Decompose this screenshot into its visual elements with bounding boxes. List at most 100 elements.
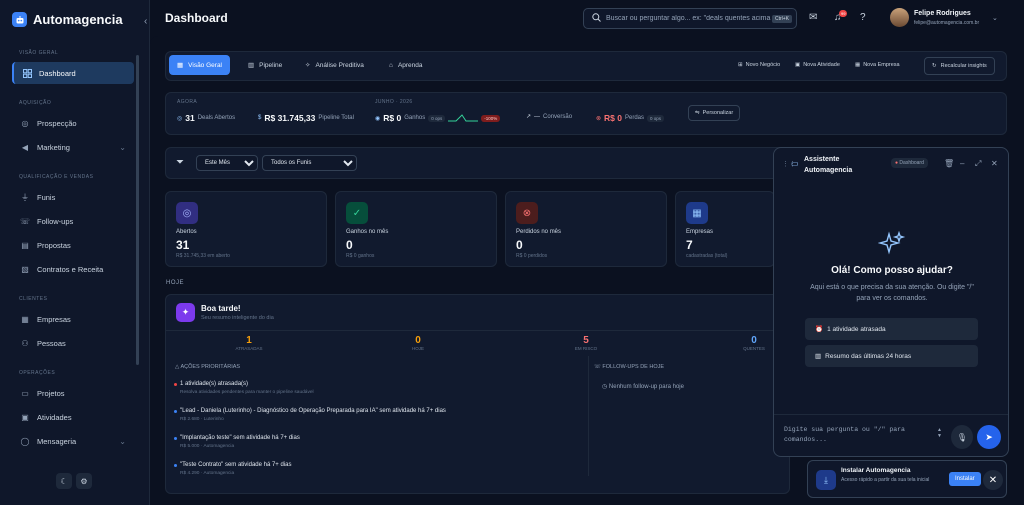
sidebar-item-marketing[interactable]: ◀ Marketing ⌄ (12, 136, 134, 158)
assistant-title-line: Assistente (804, 156, 840, 163)
sidebar-item-label: Funis (37, 192, 56, 202)
status-dot (174, 383, 177, 386)
customize-button[interactable]: ⇋ Personalizar (688, 105, 741, 121)
sidebar-item-empresas[interactable]: ▦ Empresas (12, 308, 134, 330)
metric-em-risco[interactable]: 5 EM RISCO (556, 335, 616, 351)
period-select[interactable]: Este Mês (196, 155, 258, 171)
sidebar-item-label: Dashboard (39, 68, 76, 78)
kpi-value: R$ 31.745,33 (264, 113, 316, 123)
theme-toggle-moon-icon[interactable]: ☾ (56, 473, 72, 489)
tab-label: Análise Preditiva (315, 61, 364, 69)
tab-analise-preditiva[interactable]: ✧ Análise Preditiva (297, 55, 372, 75)
refresh-icon: ↻ (932, 63, 937, 69)
metric-label: EM RISCO (574, 346, 598, 351)
sidebar-item-funis[interactable]: ⏚ Funis (12, 186, 134, 208)
user-name: Felipe Rodrigues (914, 10, 971, 17)
textarea-scroll-arrows[interactable]: ▲ ▼ (937, 427, 942, 439)
dashboard-icon (22, 68, 32, 78)
sidebar-item-projetos[interactable]: ▭ Projetos (12, 382, 134, 404)
sidebar-item-mensageria[interactable]: ◯ Mensageria ⌄ (12, 430, 134, 452)
search-box[interactable]: Ctrl+K (583, 8, 797, 29)
target-icon: ◎ (21, 118, 29, 128)
chart-icon: ▥ (815, 353, 822, 360)
recalc-insights-button[interactable]: ↻ Recalcular insights (924, 57, 995, 75)
new-deal-button[interactable]: ⊞ Novo Negócio (738, 62, 780, 68)
mail-icon[interactable]: ✉ (809, 12, 817, 23)
status-dot (174, 464, 177, 467)
suggestion-summary-button[interactable]: ▥ Resumo das últimas 24 horas (805, 345, 978, 367)
stat-card-abertos[interactable]: ◎ Abertos 31 R$ 31.745,33 em aberto (165, 191, 327, 267)
status-dot (174, 437, 177, 440)
metric-atrasadas[interactable]: 1 ATRASADAS (219, 335, 279, 351)
grid-icon: ▦ (177, 62, 184, 69)
priority-item[interactable]: 1 atividade(s) atrasada(s) Resolva ativid… (174, 381, 314, 395)
sidebar-scrollbar[interactable] (136, 55, 139, 365)
sidebar-item-pessoas[interactable]: ⚇ Pessoas (12, 332, 134, 354)
settings-gear-icon[interactable]: ⚙ (76, 473, 92, 489)
metric-hoje[interactable]: 0 HOJE (388, 335, 448, 351)
building-icon: ▦ (686, 202, 708, 224)
sidebar-item-label: Follow-ups (37, 216, 74, 226)
context-chip: ● Dashboard (891, 158, 928, 168)
sidebar-item-follow-ups[interactable]: ☏ Follow-ups (12, 210, 134, 232)
stat-card-ganhos[interactable]: ✓ Ganhos no mês 0 R$ 0 ganhos (335, 191, 497, 267)
assistant-input[interactable] (784, 425, 946, 449)
suggestion-overdue-button[interactable]: ⏰ 1 atividade atrasada (805, 318, 978, 340)
chevron-down-icon[interactable]: ⌄ (992, 14, 998, 22)
collapse-sidebar-icon[interactable]: ‹ (144, 16, 147, 27)
expand-icon[interactable]: ⤢ (975, 159, 981, 169)
priority-item[interactable]: "Implantação teste" sem atividade há 7+ … (174, 435, 300, 449)
followup-title-text: FOLLOW-UPS DE HOJE (602, 364, 665, 370)
sidebar-item-propostas[interactable]: ▤ Propostas (12, 234, 134, 256)
send-icon: ➤ (985, 431, 993, 442)
brand[interactable]: Automagencia (12, 12, 123, 27)
stat-card-perdidos[interactable]: ⊗ Perdidos no mês 0 R$ 0 perdidos (505, 191, 667, 267)
stat-value: 0 (346, 238, 353, 252)
chevron-down-icon: ⌄ (119, 142, 126, 152)
stat-sub: R$ 31.745,33 em aberto (176, 253, 230, 259)
tab-pipeline[interactable]: ▥ Pipeline (240, 55, 290, 75)
kpi-value: R$ 0 (383, 113, 402, 123)
install-button[interactable]: Instalar (949, 472, 981, 486)
contract-icon: ▧ (21, 264, 29, 274)
assistant-panel: ⋮⋮ ▭ Assistente Automagencia ● Dashboard … (773, 147, 1009, 457)
sidebar-item-dashboard[interactable]: Dashboard (12, 62, 134, 84)
microphone-button[interactable]: 🎙 (951, 425, 973, 449)
sidebar-item-contratos[interactable]: ▧ Contratos e Receita (12, 258, 134, 280)
close-icon[interactable]: ✕ (991, 159, 998, 168)
sidebar-item-prospeccao[interactable]: ◎ Prospecção (12, 112, 134, 134)
x-circle-icon: ⊗ (596, 115, 602, 122)
chevron-down-icon: ⌄ (119, 436, 126, 446)
tab-label: Pipeline (259, 61, 283, 69)
priority-item[interactable]: "Lead - Daniela (Luterinho) - Diagnóstic… (174, 408, 446, 422)
kpi-chip: 0 ops (647, 114, 665, 122)
priority-item-title: "Implantação teste" sem atividade há 7+ … (180, 435, 300, 441)
send-button[interactable]: ➤ (977, 425, 1001, 449)
tab-visao-geral[interactable]: ▦ Visão Geral (169, 55, 230, 75)
close-icon[interactable]: ✕ (983, 470, 1003, 490)
new-activity-button[interactable]: ▣ Nova Atividade (795, 62, 840, 68)
sparkle-icon: ✦ (176, 303, 195, 322)
help-icon[interactable]: ? (860, 12, 866, 23)
search-input[interactable] (606, 15, 776, 22)
stat-value: 7 (686, 238, 693, 252)
sidebar-item-atividades[interactable]: ▣ Atividades (12, 406, 134, 428)
stat-card-empresas[interactable]: ▦ Empresas 7 cadastradas (total) (675, 191, 775, 267)
funnel-select[interactable]: Todos os Funis (262, 155, 357, 171)
new-company-button[interactable]: ▦ Nova Empresa (855, 62, 900, 68)
sidebar-item-label: Marketing (37, 142, 70, 152)
avatar[interactable] (890, 8, 909, 27)
priority-item[interactable]: "Teste Contrato" sem atividade há 7+ dia… (174, 462, 292, 476)
priority-item-title: "Teste Contrato" sem atividade há 7+ dia… (180, 462, 292, 468)
bar-chart-icon: ▥ (248, 62, 255, 69)
x-circle-icon: ⊗ (516, 202, 538, 224)
suggestion-label: Resumo das últimas 24 horas (825, 352, 912, 360)
minimize-icon[interactable]: – (960, 159, 964, 168)
sidebar-item-label: Empresas (37, 314, 71, 324)
sparkline-chart (448, 114, 479, 122)
tab-aprenda[interactable]: ⌂ Aprenda (381, 55, 431, 75)
user-email: felipe@automagencia.com.br (914, 20, 980, 26)
megaphone-icon: ◀ (21, 142, 29, 152)
trash-icon[interactable]: 🗑 (944, 159, 954, 168)
button-label: Nova Empresa (863, 62, 900, 68)
